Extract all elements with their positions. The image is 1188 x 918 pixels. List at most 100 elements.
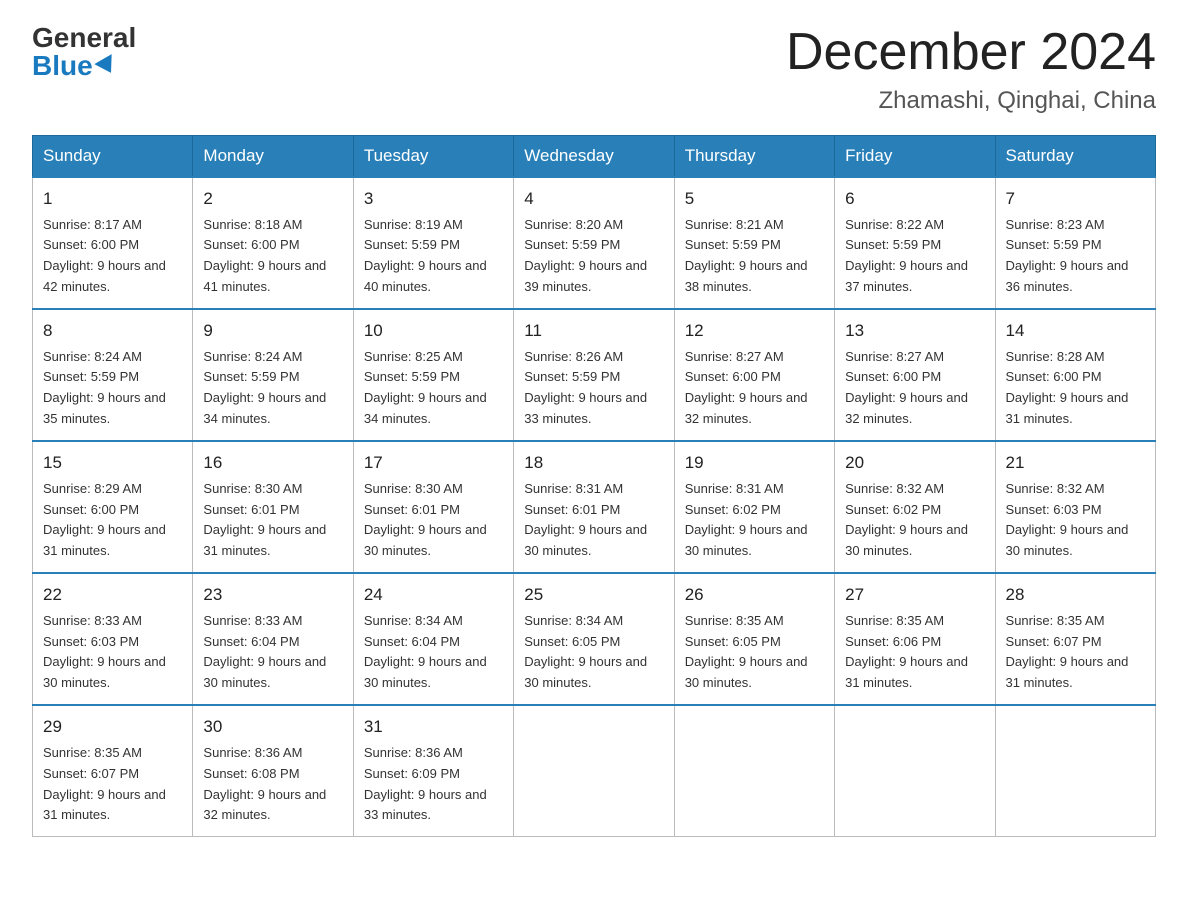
day-info: Sunrise: 8:31 AMSunset: 6:02 PMDaylight:… [685, 481, 808, 559]
calendar-day-cell: 30 Sunrise: 8:36 AMSunset: 6:08 PMDaylig… [193, 705, 353, 837]
day-info: Sunrise: 8:36 AMSunset: 6:08 PMDaylight:… [203, 745, 326, 823]
calendar-day-cell: 3 Sunrise: 8:19 AMSunset: 5:59 PMDayligh… [353, 177, 513, 309]
calendar-day-cell: 4 Sunrise: 8:20 AMSunset: 5:59 PMDayligh… [514, 177, 674, 309]
day-number: 18 [524, 450, 663, 476]
day-number: 20 [845, 450, 984, 476]
logo: General Blue [32, 24, 136, 80]
calendar-day-cell: 17 Sunrise: 8:30 AMSunset: 6:01 PMDaylig… [353, 441, 513, 573]
day-number: 11 [524, 318, 663, 344]
calendar-day-cell: 29 Sunrise: 8:35 AMSunset: 6:07 PMDaylig… [33, 705, 193, 837]
day-number: 6 [845, 186, 984, 212]
calendar-week-row: 15 Sunrise: 8:29 AMSunset: 6:00 PMDaylig… [33, 441, 1156, 573]
calendar-table: SundayMondayTuesdayWednesdayThursdayFrid… [32, 135, 1156, 837]
calendar-day-cell: 10 Sunrise: 8:25 AMSunset: 5:59 PMDaylig… [353, 309, 513, 441]
day-info: Sunrise: 8:34 AMSunset: 6:04 PMDaylight:… [364, 613, 487, 691]
logo-triangle-icon [94, 54, 119, 78]
calendar-day-cell: 1 Sunrise: 8:17 AMSunset: 6:00 PMDayligh… [33, 177, 193, 309]
day-number: 14 [1006, 318, 1145, 344]
calendar-header-row: SundayMondayTuesdayWednesdayThursdayFrid… [33, 136, 1156, 178]
day-info: Sunrise: 8:25 AMSunset: 5:59 PMDaylight:… [364, 349, 487, 427]
calendar-day-cell: 14 Sunrise: 8:28 AMSunset: 6:00 PMDaylig… [995, 309, 1155, 441]
calendar-day-cell: 13 Sunrise: 8:27 AMSunset: 6:00 PMDaylig… [835, 309, 995, 441]
day-number: 19 [685, 450, 824, 476]
day-number: 15 [43, 450, 182, 476]
calendar-day-cell: 26 Sunrise: 8:35 AMSunset: 6:05 PMDaylig… [674, 573, 834, 705]
day-number: 28 [1006, 582, 1145, 608]
month-title: December 2024 [786, 24, 1156, 81]
location-text: Zhamashi, Qinghai, China [786, 87, 1156, 115]
day-number: 2 [203, 186, 342, 212]
day-info: Sunrise: 8:34 AMSunset: 6:05 PMDaylight:… [524, 613, 647, 691]
day-info: Sunrise: 8:27 AMSunset: 6:00 PMDaylight:… [685, 349, 808, 427]
day-info: Sunrise: 8:22 AMSunset: 5:59 PMDaylight:… [845, 217, 968, 295]
calendar-week-row: 1 Sunrise: 8:17 AMSunset: 6:00 PMDayligh… [33, 177, 1156, 309]
calendar-day-cell: 19 Sunrise: 8:31 AMSunset: 6:02 PMDaylig… [674, 441, 834, 573]
day-info: Sunrise: 8:23 AMSunset: 5:59 PMDaylight:… [1006, 217, 1129, 295]
calendar-day-cell: 5 Sunrise: 8:21 AMSunset: 5:59 PMDayligh… [674, 177, 834, 309]
day-info: Sunrise: 8:28 AMSunset: 6:00 PMDaylight:… [1006, 349, 1129, 427]
day-info: Sunrise: 8:33 AMSunset: 6:04 PMDaylight:… [203, 613, 326, 691]
day-info: Sunrise: 8:21 AMSunset: 5:59 PMDaylight:… [685, 217, 808, 295]
calendar-day-cell: 12 Sunrise: 8:27 AMSunset: 6:00 PMDaylig… [674, 309, 834, 441]
calendar-day-cell [514, 705, 674, 837]
logo-blue-text: Blue [32, 52, 117, 80]
day-number: 8 [43, 318, 182, 344]
day-info: Sunrise: 8:19 AMSunset: 5:59 PMDaylight:… [364, 217, 487, 295]
day-info: Sunrise: 8:35 AMSunset: 6:05 PMDaylight:… [685, 613, 808, 691]
day-number: 4 [524, 186, 663, 212]
calendar-day-cell: 18 Sunrise: 8:31 AMSunset: 6:01 PMDaylig… [514, 441, 674, 573]
day-number: 5 [685, 186, 824, 212]
calendar-day-cell: 15 Sunrise: 8:29 AMSunset: 6:00 PMDaylig… [33, 441, 193, 573]
calendar-week-row: 8 Sunrise: 8:24 AMSunset: 5:59 PMDayligh… [33, 309, 1156, 441]
calendar-day-cell: 28 Sunrise: 8:35 AMSunset: 6:07 PMDaylig… [995, 573, 1155, 705]
day-number: 17 [364, 450, 503, 476]
calendar-day-cell [995, 705, 1155, 837]
calendar-day-cell: 8 Sunrise: 8:24 AMSunset: 5:59 PMDayligh… [33, 309, 193, 441]
calendar-day-cell: 20 Sunrise: 8:32 AMSunset: 6:02 PMDaylig… [835, 441, 995, 573]
calendar-day-header: Saturday [995, 136, 1155, 178]
day-number: 13 [845, 318, 984, 344]
day-number: 9 [203, 318, 342, 344]
day-info: Sunrise: 8:29 AMSunset: 6:00 PMDaylight:… [43, 481, 166, 559]
day-number: 10 [364, 318, 503, 344]
calendar-day-cell: 2 Sunrise: 8:18 AMSunset: 6:00 PMDayligh… [193, 177, 353, 309]
day-number: 26 [685, 582, 824, 608]
day-number: 29 [43, 714, 182, 740]
day-info: Sunrise: 8:20 AMSunset: 5:59 PMDaylight:… [524, 217, 647, 295]
day-number: 31 [364, 714, 503, 740]
day-info: Sunrise: 8:36 AMSunset: 6:09 PMDaylight:… [364, 745, 487, 823]
day-number: 3 [364, 186, 503, 212]
logo-general-text: General [32, 24, 136, 52]
day-info: Sunrise: 8:35 AMSunset: 6:06 PMDaylight:… [845, 613, 968, 691]
calendar-day-cell: 23 Sunrise: 8:33 AMSunset: 6:04 PMDaylig… [193, 573, 353, 705]
day-number: 16 [203, 450, 342, 476]
calendar-day-cell: 31 Sunrise: 8:36 AMSunset: 6:09 PMDaylig… [353, 705, 513, 837]
day-info: Sunrise: 8:32 AMSunset: 6:03 PMDaylight:… [1006, 481, 1129, 559]
day-info: Sunrise: 8:32 AMSunset: 6:02 PMDaylight:… [845, 481, 968, 559]
day-info: Sunrise: 8:30 AMSunset: 6:01 PMDaylight:… [203, 481, 326, 559]
day-info: Sunrise: 8:26 AMSunset: 5:59 PMDaylight:… [524, 349, 647, 427]
calendar-day-cell [835, 705, 995, 837]
calendar-day-cell: 9 Sunrise: 8:24 AMSunset: 5:59 PMDayligh… [193, 309, 353, 441]
day-info: Sunrise: 8:24 AMSunset: 5:59 PMDaylight:… [43, 349, 166, 427]
page-header: General Blue December 2024 Zhamashi, Qin… [32, 24, 1156, 115]
day-number: 25 [524, 582, 663, 608]
calendar-day-header: Wednesday [514, 136, 674, 178]
day-number: 27 [845, 582, 984, 608]
day-number: 24 [364, 582, 503, 608]
day-info: Sunrise: 8:33 AMSunset: 6:03 PMDaylight:… [43, 613, 166, 691]
calendar-day-cell: 25 Sunrise: 8:34 AMSunset: 6:05 PMDaylig… [514, 573, 674, 705]
day-number: 12 [685, 318, 824, 344]
calendar-week-row: 29 Sunrise: 8:35 AMSunset: 6:07 PMDaylig… [33, 705, 1156, 837]
day-info: Sunrise: 8:35 AMSunset: 6:07 PMDaylight:… [43, 745, 166, 823]
day-info: Sunrise: 8:18 AMSunset: 6:00 PMDaylight:… [203, 217, 326, 295]
day-number: 30 [203, 714, 342, 740]
calendar-day-cell [674, 705, 834, 837]
day-number: 22 [43, 582, 182, 608]
day-info: Sunrise: 8:31 AMSunset: 6:01 PMDaylight:… [524, 481, 647, 559]
day-number: 23 [203, 582, 342, 608]
calendar-day-header: Monday [193, 136, 353, 178]
calendar-day-cell: 11 Sunrise: 8:26 AMSunset: 5:59 PMDaylig… [514, 309, 674, 441]
day-info: Sunrise: 8:24 AMSunset: 5:59 PMDaylight:… [203, 349, 326, 427]
calendar-day-header: Sunday [33, 136, 193, 178]
